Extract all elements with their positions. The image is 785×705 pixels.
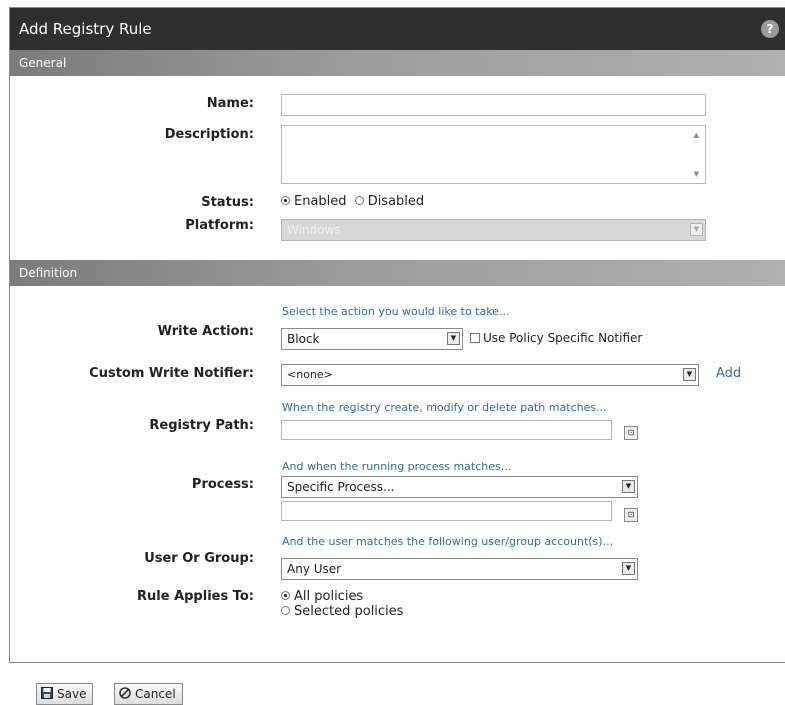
platform-value: Windows [287,223,341,237]
name-label: Name: [206,96,254,111]
status-disabled-radio[interactable] [354,196,364,205]
process-value: Specific Process... [287,480,395,494]
dialog-title: Add Registry Rule [19,20,152,38]
process-select[interactable]: Specific Process... ▼ [281,476,638,498]
user-label: User Or Group: [144,551,254,566]
applies-selected-label: Selected policies [294,604,404,619]
user-select[interactable]: Any User ▼ [281,558,638,580]
platform-label: Platform: [185,218,254,233]
status-radio-group: Enabled Disabled [281,194,424,209]
registry-label: Registry Path: [149,418,254,433]
user-hint: And the user matches the following user/… [282,535,614,548]
process-hint: And when the running process matches... [282,460,512,473]
write-action-hint: Select the action you would like to take… [282,305,510,318]
status-label: Status: [201,195,254,210]
help-icon[interactable]: ? [761,20,779,38]
dialog-titlebar: Add Registry Rule ? [10,8,785,50]
policy-notifier-checkbox[interactable] [470,333,480,343]
user-value: Any User [287,562,342,576]
policy-notifier-option: Use Policy Specific Notifier [470,331,642,345]
process-path-input[interactable] [281,501,612,521]
section-definition-header: Definition [10,260,785,286]
custom-notifier-value: <none> [287,368,333,381]
status-enabled-label: Enabled [294,194,347,209]
cancel-label: Cancel [135,687,176,701]
name-input[interactable] [281,94,706,116]
scroll-down-icon[interactable]: ▼ [694,170,699,178]
section-general-header: General [10,50,785,76]
custom-notifier-label: Custom Write Notifier: [89,366,254,381]
scroll-up-icon[interactable]: ▲ [694,131,699,139]
registry-hint: When the registry create, modify or dele… [282,401,607,414]
add-notifier-link[interactable]: Add [716,366,741,381]
browse-icon[interactable]: ⊡ [624,426,638,440]
applies-all-radio[interactable] [281,591,290,600]
process-label: Process: [191,477,254,492]
chevron-down-icon[interactable]: ▼ [622,480,635,493]
save-label: Save [57,687,87,701]
applies-label: Rule Applies To: [137,589,254,604]
chevron-down-icon[interactable]: ▼ [683,368,696,381]
cancel-button[interactable]: Cancel [114,683,183,705]
description-textarea[interactable]: ▲ ▼ [281,125,706,184]
applies-all-label: All policies [294,589,364,604]
chevron-down-icon[interactable]: ▼ [447,332,460,345]
chevron-down-icon[interactable]: ▼ [622,562,635,575]
browse-icon[interactable]: ⊡ [624,508,638,522]
save-button[interactable]: Save [36,683,94,705]
write-action-label: Write Action: [157,324,254,339]
status-disabled-label: Disabled [367,194,425,209]
registry-path-input[interactable] [281,420,612,440]
description-label: Description: [164,127,254,142]
custom-notifier-select[interactable]: <none> ▼ [281,364,699,386]
chevron-down-icon: ▼ [690,223,703,236]
status-enabled-radio[interactable] [281,196,290,205]
cancel-circle-icon [119,684,131,704]
write-action-value: Block [287,332,320,346]
floppy-disk-icon [41,684,53,704]
policy-notifier-label: Use Policy Specific Notifier [483,331,643,345]
write-action-select[interactable]: Block ▼ [281,328,463,350]
applies-selected-radio[interactable] [281,606,290,615]
platform-select: Windows ▼ [281,219,706,241]
applies-radio-group: All policies Selected policies [281,589,403,619]
